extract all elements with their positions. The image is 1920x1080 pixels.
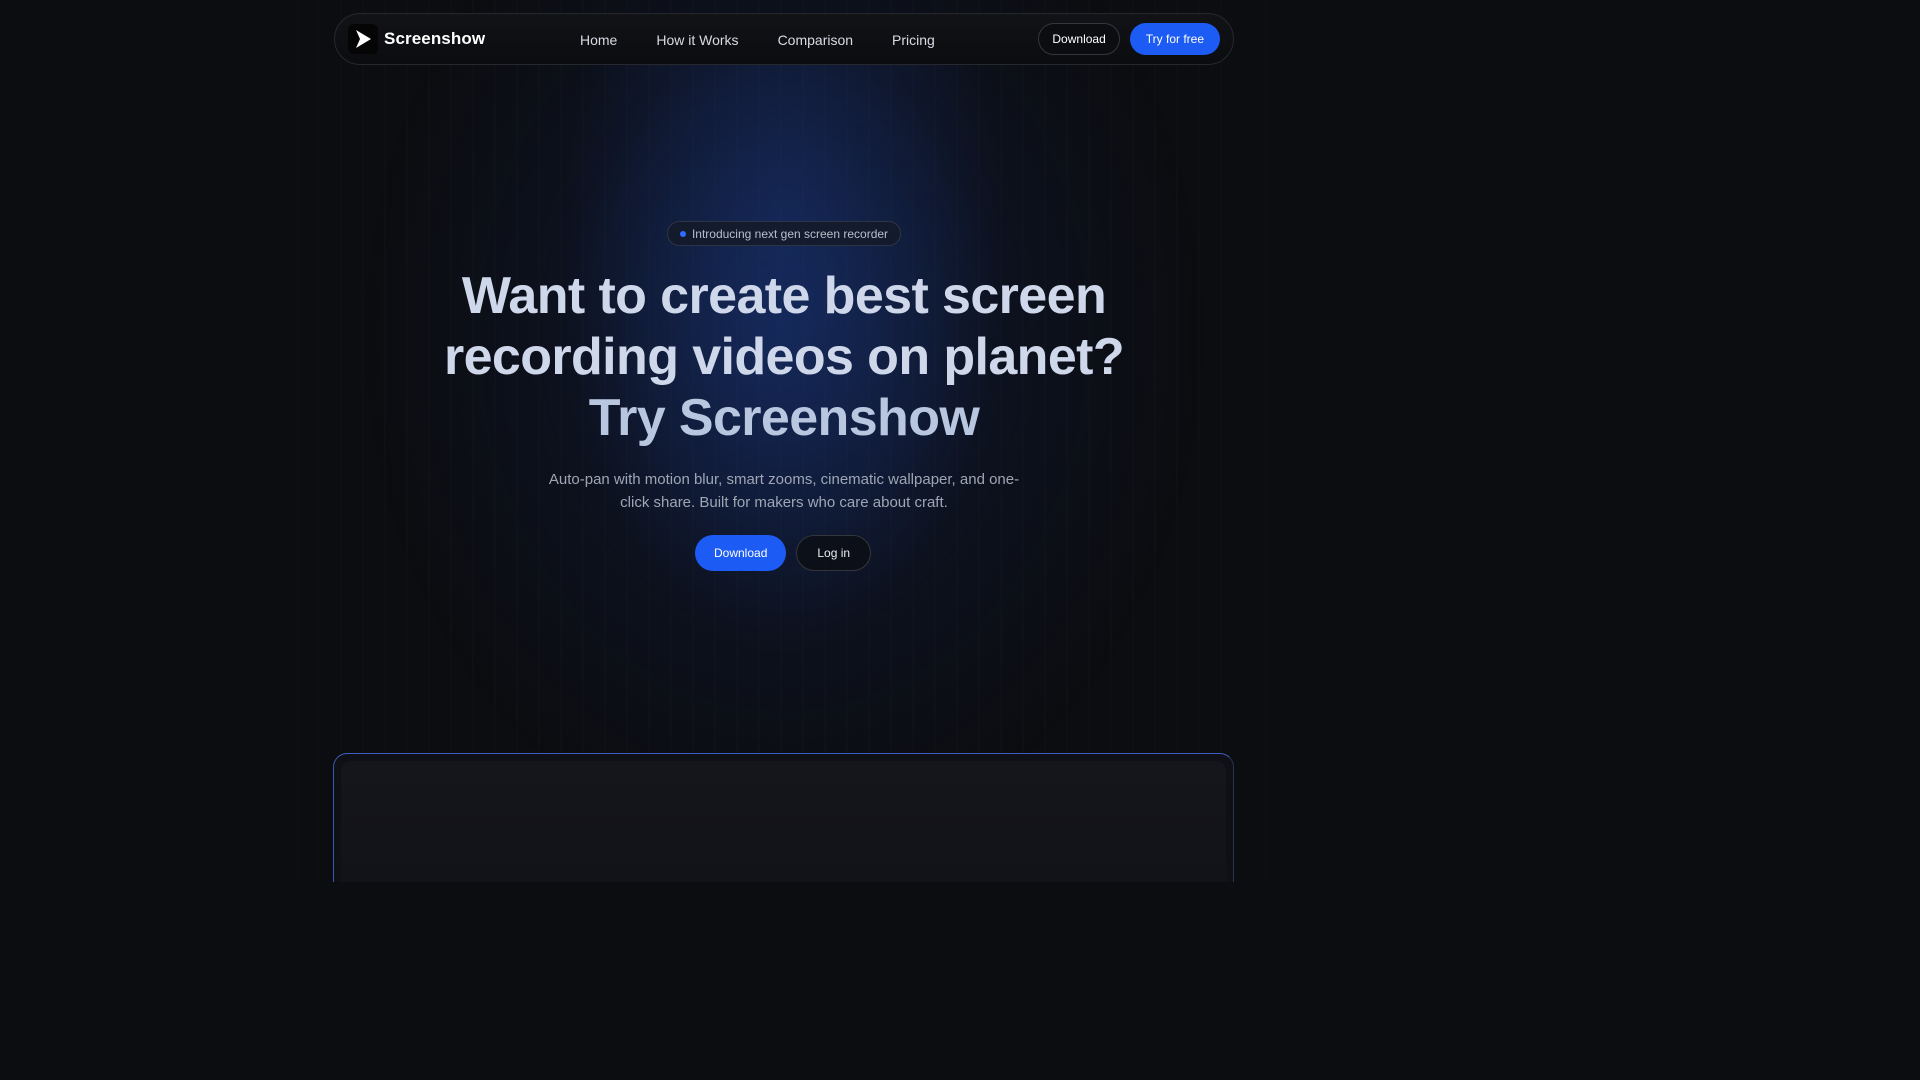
intro-badge: Introducing next gen screen recorder <box>667 221 901 246</box>
nav-download-button[interactable]: Download <box>1038 23 1120 55</box>
subtext-line-2: click share. Built for makers who care a… <box>620 494 948 511</box>
subtext-line-1: Auto-pan with motion blur, smart zooms, … <box>548 471 1020 488</box>
brand[interactable]: Screenshow <box>348 24 485 54</box>
product-preview-frame <box>333 753 1234 882</box>
try-for-free-button[interactable]: Try for free <box>1129 23 1220 55</box>
nav-link-home[interactable]: Home <box>580 32 617 48</box>
brand-name: Screenshow <box>384 29 486 48</box>
badge-text: Introducing next gen screen recorder <box>691 226 889 241</box>
headline-line-2: recording videos on planet? <box>443 328 1125 386</box>
badge-dot-icon <box>679 230 686 237</box>
play-icon <box>348 24 378 54</box>
nav-link-comparison[interactable]: Comparison <box>778 32 853 48</box>
top-nav: Screenshow Home How it Works Comparison … <box>334 13 1234 65</box>
login-button[interactable]: Log in <box>796 535 872 571</box>
hero-download-button[interactable]: Download <box>695 535 787 571</box>
hero-subtext: Auto-pan with motion blur, smart zooms, … <box>524 468 1044 514</box>
nav-links: Home How it Works Comparison Pricing <box>580 14 935 66</box>
headline-line-1: Want to create best screen <box>461 267 1107 325</box>
product-preview <box>341 761 1226 882</box>
nav-link-pricing[interactable]: Pricing <box>892 32 935 48</box>
nav-actions: Download Try for free <box>1038 23 1220 55</box>
hero-actions: Download Log in <box>695 535 872 571</box>
headline-line-3: Try Screenshow <box>588 389 980 447</box>
nav-link-how-it-works[interactable]: How it Works <box>656 32 738 48</box>
landing-page: Screenshow Home How it Works Comparison … <box>0 0 1568 882</box>
hero-headline: Want to create best screen recording vid… <box>400 266 1168 449</box>
